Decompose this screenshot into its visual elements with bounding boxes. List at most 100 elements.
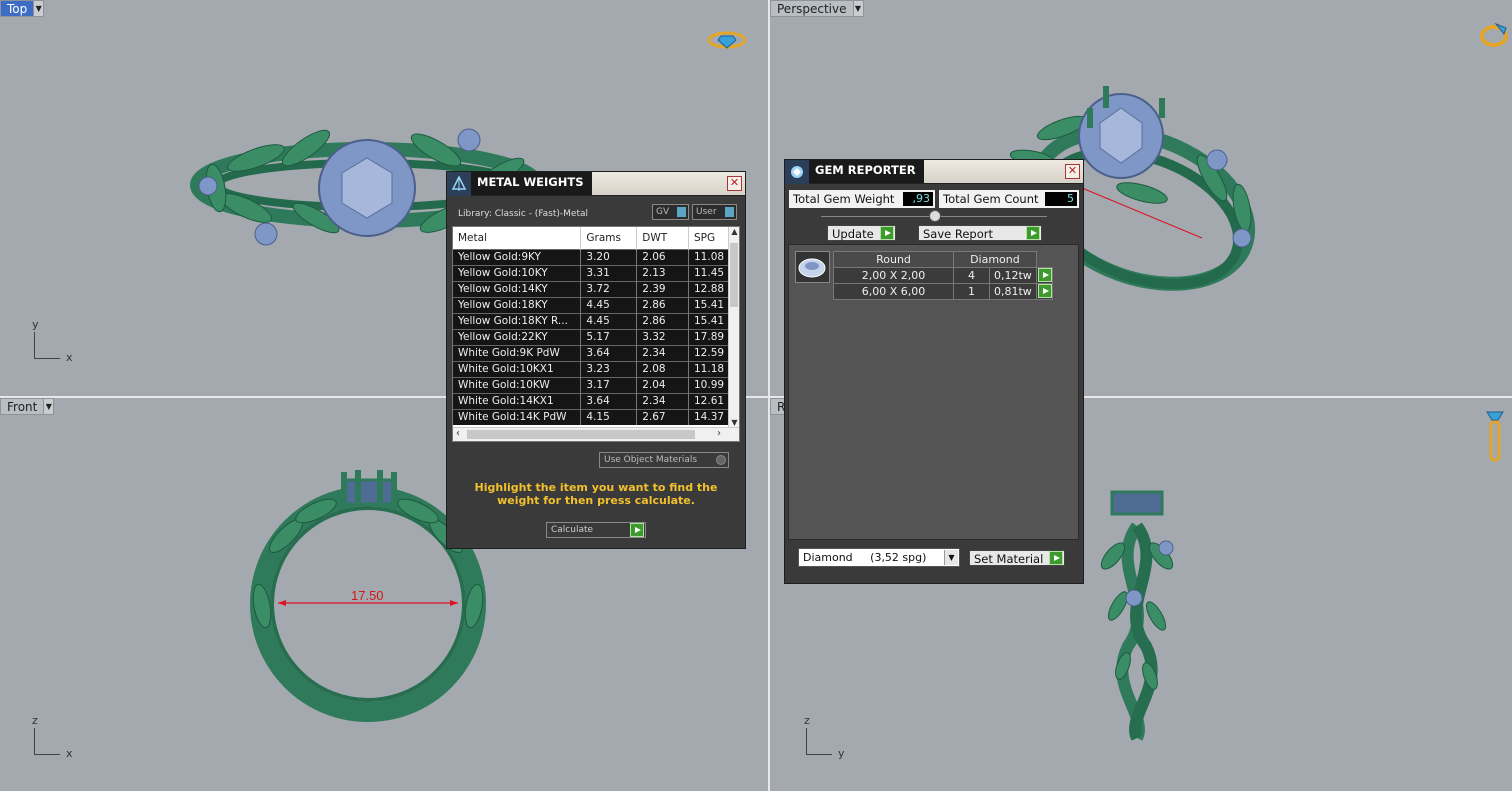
table-cell: Yellow Gold:18KY (453, 296, 582, 313)
ring-side-gizmo-icon[interactable] (1484, 408, 1506, 464)
close-icon[interactable]: ✕ (1065, 164, 1080, 179)
play-icon (1037, 268, 1052, 282)
table-row[interactable]: Yellow Gold:18KY 4.45 2.86 15.41 (453, 296, 731, 313)
axis-label-h: x (66, 351, 73, 364)
table-row[interactable]: White Gold:10KX1 3.23 2.08 11.18 (453, 360, 731, 377)
chevron-down-icon[interactable]: ▼ (33, 0, 45, 17)
viewport-tab-perspective[interactable]: Perspective ▼ (770, 0, 864, 17)
table-row[interactable]: Yellow Gold:9KY 3.20 2.06 11.08 (453, 248, 731, 265)
scale-icon (447, 171, 471, 196)
table-cell: 2.86 (636, 312, 689, 329)
round-gem-thumbnail[interactable] (795, 251, 830, 283)
scroll-right-icon[interactable]: › (717, 428, 721, 439)
gem-row[interactable]: 2,00 X 2,00 4 0,12tw (833, 267, 1053, 284)
title-bar-fill[interactable] (931, 160, 1083, 184)
horizontal-scrollbar[interactable]: ‹ › (453, 427, 739, 441)
table-cell: White Gold:14KX1 (453, 392, 582, 409)
close-icon[interactable]: ✕ (727, 176, 742, 191)
table-cell: 12.61 (688, 392, 731, 409)
table-row[interactable]: White Gold:10KW 3.17 2.04 10.99 (453, 376, 731, 393)
column-header-shape: Round (833, 251, 954, 268)
play-icon (1049, 551, 1063, 565)
viewport-title: Front (0, 398, 44, 415)
instruction-text: Highlight the item you want to find the … (474, 481, 718, 507)
calculate-button[interactable]: Calculate (546, 522, 646, 538)
viewport-tab-front[interactable]: Front ▼ (0, 398, 55, 415)
table-row[interactable]: Yellow Gold:18KY R... 4.45 2.86 15.41 (453, 312, 731, 329)
table-cell: 2.13 (636, 264, 689, 281)
gem-row-select-button[interactable] (1035, 267, 1053, 284)
update-button[interactable]: Update (827, 225, 896, 241)
axis-label-v: y (32, 318, 39, 331)
panel-title-bar[interactable]: GEM REPORTER (785, 159, 931, 184)
column-header[interactable]: Grams (580, 227, 638, 249)
table-cell: 4.15 (580, 408, 638, 425)
table-row[interactable]: Yellow Gold:10KY 3.31 2.13 11.45 (453, 264, 731, 281)
table-cell: 11.45 (688, 264, 731, 281)
column-header[interactable]: Metal (453, 227, 582, 249)
metal-weights-panel: METAL WEIGHTS ✕ Library: Classic - (Fast… (446, 171, 746, 549)
use-object-materials-toggle[interactable]: Use Object Materials (599, 452, 729, 468)
save-report-label: Save Report (923, 227, 994, 241)
table-row[interactable]: Yellow Gold:14KY 3.72 2.39 12.88 (453, 280, 731, 297)
table-cell: 2.34 (636, 344, 689, 361)
scroll-left-icon[interactable]: ‹ (456, 428, 460, 439)
diamond-gizmo-icon[interactable] (706, 28, 748, 52)
gem-row[interactable]: 6,00 X 6,00 1 0,81tw (833, 283, 1053, 300)
table-cell: 14.37 (688, 408, 731, 425)
vertical-scrollbar[interactable]: ▲ ▼ (728, 227, 739, 427)
panel-title-bar[interactable]: METAL WEIGHTS (447, 171, 593, 196)
panel-title: GEM REPORTER (809, 160, 924, 183)
total-gem-weight-field: Total Gem Weight ,93 (789, 190, 935, 208)
chevron-down-icon[interactable]: ▼ (43, 398, 55, 415)
gem-list-area[interactable]: Round Diamond 2,00 X 2,00 4 0,12tw 6,00 X 6,… (788, 244, 1079, 540)
gem-cell: 6,00 X 6,00 (833, 283, 954, 300)
ring-side-view[interactable] (1088, 486, 1186, 742)
metal-table[interactable]: Metal Grams DWT SPG Yellow Gold:9KY 3.20 2.06… (452, 226, 740, 442)
expand-icon[interactable] (929, 210, 941, 222)
material-select[interactable]: Diamond (3,52 spg) ▼ (798, 548, 960, 567)
viewport-title: Perspective (770, 0, 853, 17)
save-report-button[interactable]: Save Report (918, 225, 1042, 241)
ring-gizmo-icon[interactable] (1478, 18, 1512, 52)
column-header[interactable]: DWT (636, 227, 689, 249)
table-cell: 15.41 (688, 296, 731, 313)
table-cell: 15.41 (688, 312, 731, 329)
table-cell: 3.72 (580, 280, 638, 297)
table-cell: 11.08 (688, 248, 731, 265)
set-material-label: Set Material (974, 552, 1044, 566)
column-header[interactable]: SPG (688, 227, 731, 249)
table-cell: 4.45 (580, 296, 638, 313)
axis-indicator: y x (32, 318, 84, 364)
table-cell: 2.86 (636, 296, 689, 313)
title-bar-fill[interactable] (593, 172, 745, 196)
gem-row-select-button[interactable] (1035, 283, 1053, 300)
set-material-button[interactable]: Set Material (969, 550, 1065, 566)
gem-cell: 1 (953, 283, 990, 300)
viewport-tab-top[interactable]: Top ▼ (0, 0, 45, 17)
table-cell: 2.04 (636, 376, 689, 393)
table-row[interactable]: Yellow Gold:22KY 5.17 3.32 17.89 (453, 328, 731, 345)
table-row[interactable]: White Gold:14K PdW 4.15 2.67 14.37 (453, 408, 731, 425)
axis-indicator: z x (32, 714, 84, 760)
calculate-label: Calculate (551, 525, 594, 535)
table-cell: 2.67 (636, 408, 689, 425)
scroll-down-icon[interactable]: ▼ (729, 418, 739, 427)
gem-cell: 0,12tw (989, 267, 1037, 284)
table-cell: 4.45 (580, 312, 638, 329)
viewport-divider-horizontal[interactable] (0, 396, 1512, 398)
chevron-down-icon[interactable]: ▼ (852, 0, 864, 17)
table-cell: 12.59 (688, 344, 731, 361)
gem-table[interactable]: Round Diamond 2,00 X 2,00 4 0,12tw 6,00 X 6,… (833, 251, 1053, 300)
axis-label-v: z (804, 714, 810, 727)
table-row[interactable]: White Gold:14KX1 3.64 2.34 12.61 (453, 392, 731, 409)
gv-toggle[interactable]: GV (652, 204, 689, 220)
user-toggle[interactable]: User (692, 204, 737, 220)
gem-icon (785, 159, 809, 184)
table-cell: White Gold:10KX1 (453, 360, 582, 377)
scroll-up-icon[interactable]: ▲ (729, 227, 739, 236)
table-cell: 3.32 (636, 328, 689, 345)
chevron-down-icon[interactable]: ▼ (944, 550, 958, 565)
table-row[interactable]: White Gold:9K PdW 3.64 2.34 12.59 (453, 344, 731, 361)
axis-indicator: z y (804, 714, 856, 760)
